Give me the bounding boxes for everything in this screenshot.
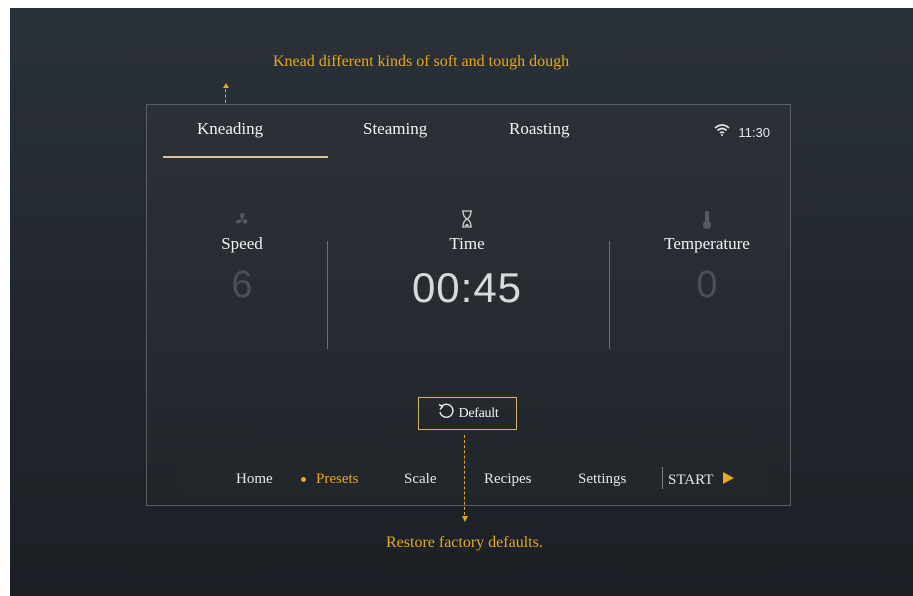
time-label: Time (449, 234, 485, 253)
nav-settings[interactable]: Settings (578, 471, 626, 488)
nav-scale[interactable]: Scale (404, 471, 436, 488)
wifi-icon (714, 123, 730, 141)
active-tab-indicator (163, 156, 328, 158)
tab-steaming[interactable]: Steaming (363, 119, 427, 139)
tab-kneading[interactable]: Kneading (197, 119, 263, 139)
default-button[interactable]: Default (418, 397, 517, 430)
speed-readout[interactable]: Speed 6 (182, 210, 302, 307)
start-label: START (668, 472, 714, 488)
speed-value: 6 (231, 264, 253, 306)
nav-separator (662, 467, 663, 489)
time-value: 00:45 (411, 264, 523, 311)
tab-roasting[interactable]: Roasting (509, 119, 569, 139)
divider (609, 241, 610, 349)
control-panel: Kneading Steaming Roasting 11:30 Speed 6… (146, 104, 791, 506)
nav-presets-label: Presets (316, 471, 359, 487)
app-screen: Knead different kinds of soft and tough … (10, 8, 913, 596)
speed-label: Speed (221, 234, 263, 253)
play-icon (721, 471, 735, 490)
annotation-leader-line (464, 435, 465, 515)
divider (327, 241, 328, 349)
time-readout[interactable]: Time 00:45 (382, 210, 552, 312)
kneading-annotation: Knead different kinds of soft and tough … (273, 53, 570, 70)
fan-icon (182, 210, 302, 230)
temperature-label: Temperature (664, 234, 750, 253)
nav-recipes[interactable]: Recipes (484, 471, 531, 488)
annotation-leader-line (225, 89, 226, 103)
default-annotation: Restore factory defaults. (386, 534, 543, 551)
bottom-nav: Home Presets Scale Recipes Settings STAR… (183, 463, 763, 493)
default-button-label: Default (458, 405, 499, 421)
hourglass-icon (382, 210, 552, 230)
temperature-readout[interactable]: Temperature 0 (637, 210, 777, 307)
status-bar: 11:30 (714, 123, 770, 141)
nav-presets[interactable]: Presets (301, 471, 359, 488)
thermometer-icon (637, 210, 777, 230)
active-dot (301, 477, 306, 482)
reset-icon (437, 402, 455, 425)
temperature-value: 0 (696, 264, 718, 306)
start-button[interactable]: START (668, 471, 735, 490)
nav-home[interactable]: Home (236, 471, 273, 488)
annotation-arrow-down (462, 516, 468, 522)
clock-time: 11:30 (738, 124, 770, 140)
annotation-arrow-up (223, 83, 229, 88)
